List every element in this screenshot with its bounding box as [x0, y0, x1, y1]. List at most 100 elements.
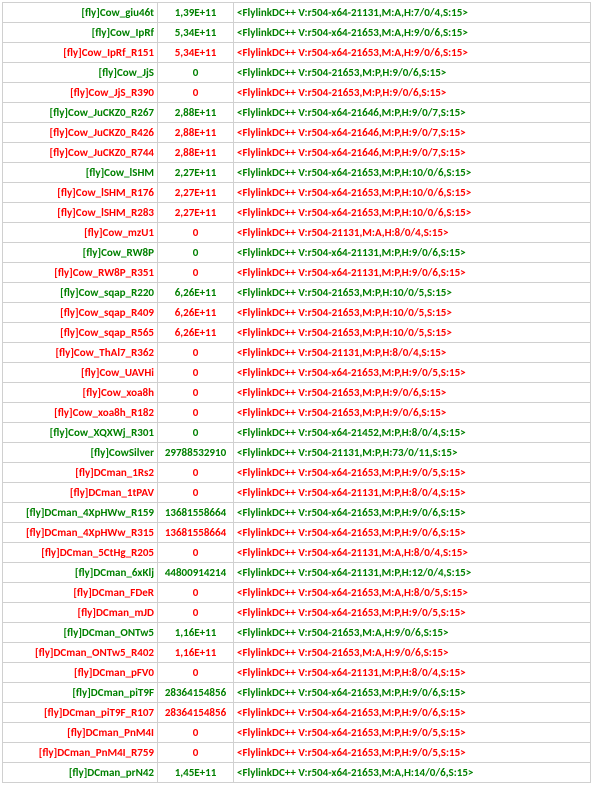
cell-nick: [fly]Cow_JuCKZ0_R426 — [3, 123, 158, 143]
table-row[interactable]: [fly]CowSilver29788532910<FlylinkDC++ V:… — [3, 443, 591, 463]
cell-nick: [fly]DCman_4XpHWw_R159 — [3, 503, 158, 523]
cell-info: <FlylinkDC++ V:r504-21131,M:P,H:73/0/11,… — [234, 443, 591, 463]
cell-nick: [fly]Cow_JjS_R390 — [3, 83, 158, 103]
cell-info: <FlylinkDC++ V:r504-21653,M:P,H:9/0/6,S:… — [234, 383, 591, 403]
cell-value: 0 — [158, 603, 234, 623]
table-row[interactable]: [fly]Cow_JuCKZ0_R4262,88E+11<FlylinkDC++… — [3, 123, 591, 143]
cell-value: 0 — [158, 343, 234, 363]
table-row[interactable]: [fly]DCman_4XpHWw_R15913681558664<Flylin… — [3, 503, 591, 523]
table-row[interactable]: [fly]Cow_IpRf_R1515,34E+11<FlylinkDC++ V… — [3, 43, 591, 63]
table-row[interactable]: [fly]Cow_lSHM_R2832,27E+11<FlylinkDC++ V… — [3, 203, 591, 223]
table-row[interactable]: [fly]Cow_sqap_R5656,26E+11<FlylinkDC++ V… — [3, 323, 591, 343]
table-row[interactable]: [fly]DCman_4XpHWw_R31513681558664<Flylin… — [3, 523, 591, 543]
table-row[interactable]: [fly]DCman_1Rs20<FlylinkDC++ V:r504-x64-… — [3, 463, 591, 483]
cell-value: 28364154856 — [158, 703, 234, 723]
cell-info: <FlylinkDC++ V:r504-x64-21653,M:A,H:9/0/… — [234, 43, 591, 63]
table-row[interactable]: [fly]DCman_PnM4I_R7590<FlylinkDC++ V:r50… — [3, 743, 591, 763]
cell-value: 0 — [158, 423, 234, 443]
table-row[interactable]: [fly]Cow_lSHM2,27E+11<FlylinkDC++ V:r504… — [3, 163, 591, 183]
cell-info: <FlylinkDC++ V:r504-21653,M:A,H:9/0/6,S:… — [234, 643, 591, 663]
cell-value: 5,34E+11 — [158, 43, 234, 63]
cell-value: 0 — [158, 723, 234, 743]
cell-info: <FlylinkDC++ V:r504-x64-21653,M:A,H:14/0… — [234, 763, 591, 783]
table-row[interactable]: [fly]Cow_RW8P0<FlylinkDC++ V:r504-x64-21… — [3, 243, 591, 263]
cell-nick: [fly]DCman_mJD — [3, 603, 158, 623]
table-row[interactable]: [fly]DCman_ONTw5_R4021,16E+11<FlylinkDC+… — [3, 643, 591, 663]
cell-info: <FlylinkDC++ V:r504-21653,M:P,H:10/0/5,S… — [234, 283, 591, 303]
cell-value: 2,88E+11 — [158, 103, 234, 123]
cell-value: 6,26E+11 — [158, 303, 234, 323]
cell-value: 0 — [158, 483, 234, 503]
table-row[interactable]: [fly]Cow_RW8P_R3510<FlylinkDC++ V:r504-x… — [3, 263, 591, 283]
table-row[interactable]: [fly]DCman_5CtHg_R2050<FlylinkDC++ V:r50… — [3, 543, 591, 563]
table-row[interactable]: [fly]Cow_lSHM_R1762,27E+11<FlylinkDC++ V… — [3, 183, 591, 203]
cell-info: <FlylinkDC++ V:r504-x64-21131,M:P,H:9/0/… — [234, 263, 591, 283]
table-row[interactable]: [fly]DCman_prN421,45E+11<FlylinkDC++ V:r… — [3, 763, 591, 783]
cell-nick: [fly]Cow_sqap_R409 — [3, 303, 158, 323]
cell-info: <FlylinkDC++ V:r504-x64-21131,M:P,H:8/0/… — [234, 483, 591, 503]
cell-value: 1,16E+11 — [158, 623, 234, 643]
table-row[interactable]: [fly]Cow_sqap_R2206,26E+11<FlylinkDC++ V… — [3, 283, 591, 303]
cell-value: 0 — [158, 543, 234, 563]
cell-nick: [fly]DCman_ONTw5 — [3, 623, 158, 643]
table-row[interactable]: [fly]Cow_xoa8h0<FlylinkDC++ V:r504-21653… — [3, 383, 591, 403]
cell-info: <FlylinkDC++ V:r504-x64-21131,M:A,H:8/0/… — [234, 543, 591, 563]
cell-info: <FlylinkDC++ V:r504-x64-21653,M:P,H:10/0… — [234, 163, 591, 183]
cell-nick: [fly]DCman_6xKlj — [3, 563, 158, 583]
table-row[interactable]: [fly]Cow_JjS_R3900<FlylinkDC++ V:r504-21… — [3, 83, 591, 103]
table-row[interactable]: [fly]DCman_piT9F28364154856<FlylinkDC++ … — [3, 683, 591, 703]
cell-value: 2,27E+11 — [158, 163, 234, 183]
cell-value: 0 — [158, 363, 234, 383]
table-row[interactable]: [fly]DCman_ONTw51,16E+11<FlylinkDC++ V:r… — [3, 623, 591, 643]
cell-nick: [fly]DCman_4XpHWw_R315 — [3, 523, 158, 543]
table-row[interactable]: [fly]Cow_mzU10<FlylinkDC++ V:r504-21131,… — [3, 223, 591, 243]
table-row[interactable]: [fly]Cow_JjS0<FlylinkDC++ V:r504-21653,M… — [3, 63, 591, 83]
cell-value: 28364154856 — [158, 683, 234, 703]
table-row[interactable]: [fly]Cow_UAVHi0<FlylinkDC++ V:r504-x64-2… — [3, 363, 591, 383]
cell-value: 0 — [158, 743, 234, 763]
cell-value: 5,34E+11 — [158, 23, 234, 43]
cell-info: <FlylinkDC++ V:r504-x64-21653,M:P,H:10/0… — [234, 183, 591, 203]
table-row[interactable]: [fly]Cow_giu46t1,39E+11<FlylinkDC++ V:r5… — [3, 3, 591, 23]
table-row[interactable]: [fly]Cow_ThAl7_R3620<FlylinkDC++ V:r504-… — [3, 343, 591, 363]
cell-info: <FlylinkDC++ V:r504-21653,M:P,H:10/0/5,S… — [234, 323, 591, 343]
cell-value: 0 — [158, 383, 234, 403]
table-row[interactable]: [fly]Cow_xoa8h_R1820<FlylinkDC++ V:r504-… — [3, 403, 591, 423]
table-row[interactable]: [fly]DCman_pFV00<FlylinkDC++ V:r504-x64-… — [3, 663, 591, 683]
cell-info: <FlylinkDC++ V:r504-x64-21653,M:P,H:9/0/… — [234, 503, 591, 523]
cell-nick: [fly]Cow_JuCKZ0_R744 — [3, 143, 158, 163]
cell-nick: [fly]Cow_ThAl7_R362 — [3, 343, 158, 363]
table-row[interactable]: [fly]DCman_PnM4I0<FlylinkDC++ V:r504-x64… — [3, 723, 591, 743]
cell-nick: [fly]DCman_piT9F_R107 — [3, 703, 158, 723]
table-row[interactable]: [fly]Cow_sqap_R4096,26E+11<FlylinkDC++ V… — [3, 303, 591, 323]
table-row[interactable]: [fly]Cow_JuCKZ0_R7442,88E+11<FlylinkDC++… — [3, 143, 591, 163]
cell-info: <FlylinkDC++ V:r504-21131,M:P,H:8/0/4,S:… — [234, 343, 591, 363]
cell-value: 2,88E+11 — [158, 143, 234, 163]
table-row[interactable]: [fly]DCman_FDeR0<FlylinkDC++ V:r504-x64-… — [3, 583, 591, 603]
cell-value: 44800914214 — [158, 563, 234, 583]
cell-value: 6,26E+11 — [158, 283, 234, 303]
table-row[interactable]: [fly]Cow_IpRf5,34E+11<FlylinkDC++ V:r504… — [3, 23, 591, 43]
table-row[interactable]: [fly]DCman_1tPAV0<FlylinkDC++ V:r504-x64… — [3, 483, 591, 503]
cell-nick: [fly]DCman_prN42 — [3, 763, 158, 783]
cell-info: <FlylinkDC++ V:r504-x64-21653,M:P,H:9/0/… — [234, 723, 591, 743]
cell-info: <FlylinkDC++ V:r504-x64-21653,M:P,H:9/0/… — [234, 463, 591, 483]
cell-nick: [fly]Cow_JuCKZ0_R267 — [3, 103, 158, 123]
cell-info: <FlylinkDC++ V:r504-x64-21653,M:P,H:9/0/… — [234, 523, 591, 543]
table-row[interactable]: [fly]Cow_JuCKZ0_R2672,88E+11<FlylinkDC++… — [3, 103, 591, 123]
cell-info: <FlylinkDC++ V:r504-x64-21646,M:P,H:9/0/… — [234, 103, 591, 123]
table-row[interactable]: [fly]Cow_XQXWj_R3010<FlylinkDC++ V:r504-… — [3, 423, 591, 443]
cell-nick: [fly]Cow_sqap_R220 — [3, 283, 158, 303]
cell-value: 1,45E+11 — [158, 763, 234, 783]
table-row[interactable]: [fly]DCman_mJD0<FlylinkDC++ V:r504-x64-2… — [3, 603, 591, 623]
cell-value: 0 — [158, 223, 234, 243]
cell-value: 0 — [158, 583, 234, 603]
cell-info: <FlylinkDC++ V:r504-21653,M:P,H:9/0/6,S:… — [234, 63, 591, 83]
table-row[interactable]: [fly]DCman_piT9F_R10728364154856<Flylink… — [3, 703, 591, 723]
table-row[interactable]: [fly]DCman_6xKlj44800914214<FlylinkDC++ … — [3, 563, 591, 583]
cell-nick: [fly]Cow_UAVHi — [3, 363, 158, 383]
cell-value: 2,27E+11 — [158, 203, 234, 223]
cell-info: <FlylinkDC++ V:r504-x64-21653,M:A,H:8/0/… — [234, 583, 591, 603]
cell-info: <FlylinkDC++ V:r504-x64-21653,M:P,H:10/0… — [234, 203, 591, 223]
cell-nick: [fly]DCman_PnM4I — [3, 723, 158, 743]
